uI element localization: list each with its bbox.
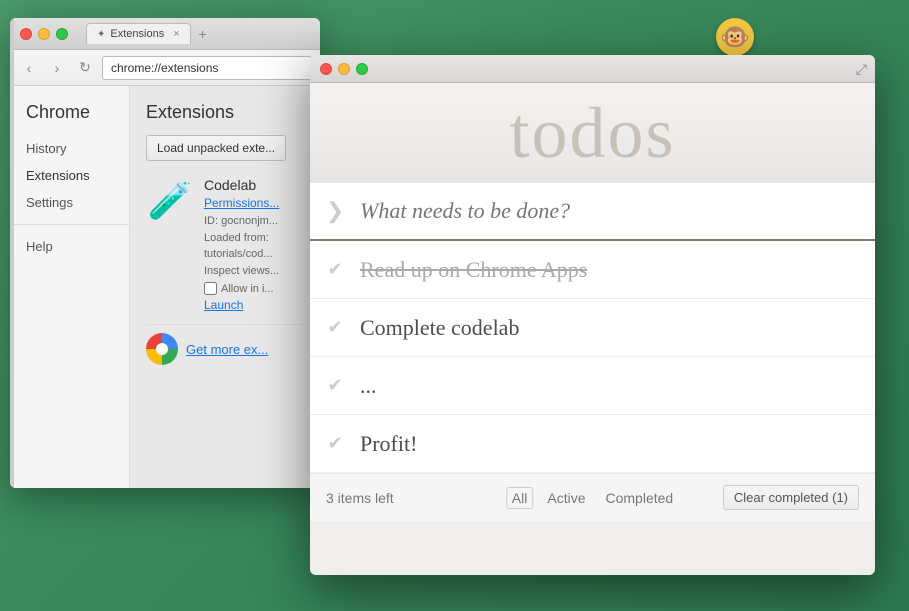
chrome-sidebar: Chrome History Extensions Settings Help <box>10 86 130 488</box>
extension-id: ID: gocnonjm... <box>204 213 304 230</box>
load-unpacked-button[interactable]: Load unpacked exte... <box>146 135 286 161</box>
todo-text-4: Profit! <box>360 431 875 457</box>
extension-launch-link[interactable]: Launch <box>204 298 304 312</box>
new-todo-input[interactable] <box>360 198 875 224</box>
todos-footer: 3 items left All Active Completed Clear … <box>310 473 875 521</box>
maximize-button[interactable] <box>56 28 68 40</box>
todo-item: ✔ ... <box>310 357 875 415</box>
back-button[interactable]: ‹ <box>18 57 40 79</box>
sidebar-divider <box>10 224 129 225</box>
todo-checkbox-4[interactable]: ✔ <box>310 415 360 473</box>
chrome-webstore-icon <box>146 333 178 365</box>
filter-active[interactable]: Active <box>541 487 591 509</box>
extensions-tab-label: Extensions <box>110 28 164 40</box>
clear-completed-button[interactable]: Clear completed (1) <box>723 485 859 510</box>
sidebar-item-settings[interactable]: Settings <box>10 189 129 216</box>
filter-all[interactable]: All <box>506 487 534 509</box>
todo-checkbox-1[interactable]: ✔ <box>310 241 360 299</box>
get-more-link[interactable]: Get more ex... <box>186 342 268 357</box>
extension-allow-incognito: Allow in i... <box>204 282 304 295</box>
extension-item-codelab: 🧪 Codelab Permissions... ID: gocnonjm...… <box>146 177 304 312</box>
allow-incognito-label: Allow in i... <box>221 283 274 295</box>
todo-checkbox-3[interactable]: ✔ <box>310 357 360 415</box>
todo-checkbox-2[interactable]: ✔ <box>310 299 360 357</box>
extension-loaded: Loaded from: <box>204 230 304 247</box>
sidebar-item-extensions[interactable]: Extensions <box>10 162 129 189</box>
new-tab-button[interactable]: + <box>195 26 211 42</box>
tab-close-button[interactable]: × <box>173 28 179 40</box>
todos-maximize-icon[interactable]: ⤢ <box>856 61 867 78</box>
filter-completed[interactable]: Completed <box>599 487 679 509</box>
todos-app-window: ⤢ todos ❯ ✔ Read up on Chrome Apps ✔ Com… <box>310 55 875 575</box>
todo-item: ✔ Read up on Chrome Apps <box>310 241 875 299</box>
todos-list: ✔ Read up on Chrome Apps ✔ Complete code… <box>310 241 875 473</box>
browser-content: Chrome History Extensions Settings Help … <box>10 86 320 488</box>
extension-path: tutorials/cod... <box>204 246 304 263</box>
traffic-lights <box>20 28 68 40</box>
sidebar-item-help[interactable]: Help <box>10 233 129 260</box>
todo-text-2: Complete codelab <box>360 315 875 341</box>
browser-window: ✦ Extensions × + ‹ › ↻ chrome://extensio… <box>10 18 320 488</box>
forward-button[interactable]: › <box>46 57 68 79</box>
extensions-tab-icon: ✦ <box>97 29 105 40</box>
minimize-button[interactable] <box>38 28 50 40</box>
toggle-all-button[interactable]: ❯ <box>310 182 360 240</box>
left-edge-indicator <box>10 18 14 488</box>
allow-incognito-checkbox[interactable] <box>204 282 217 295</box>
todos-minimize-button[interactable] <box>338 63 350 75</box>
flask-icon: 🧪 <box>148 180 193 222</box>
extensions-page-title: Extensions <box>146 102 304 123</box>
tab-bar: ✦ Extensions × + <box>78 23 310 44</box>
todo-text-3: ... <box>360 373 875 399</box>
todos-close-button[interactable] <box>320 63 332 75</box>
extension-details: Codelab Permissions... ID: gocnonjm... L… <box>204 177 304 312</box>
todo-text-1: Read up on Chrome Apps <box>360 257 875 283</box>
todos-maximize-button[interactable] <box>356 63 368 75</box>
extension-icon: 🧪 <box>146 177 194 225</box>
todos-app-title: todos <box>509 92 675 175</box>
browser-titlebar: ✦ Extensions × + <box>10 18 320 50</box>
get-more-extensions: Get more ex... <box>146 324 304 373</box>
todos-input-row: ❯ <box>310 183 875 241</box>
address-text: chrome://extensions <box>111 61 218 75</box>
extension-name: Codelab <box>204 177 304 193</box>
address-bar[interactable]: chrome://extensions <box>102 56 312 80</box>
todo-item: ✔ Complete codelab <box>310 299 875 357</box>
sidebar-item-history[interactable]: History <box>10 135 129 162</box>
reload-button[interactable]: ↻ <box>74 57 96 79</box>
todo-item: ✔ Profit! <box>310 415 875 473</box>
browser-toolbar: ‹ › ↻ chrome://extensions <box>10 50 320 86</box>
avatar-icon: 🐵 <box>716 18 754 56</box>
footer-filters: All Active Completed <box>506 487 679 509</box>
extension-permissions-link[interactable]: Permissions... <box>204 196 304 210</box>
chrome-main: Extensions Load unpacked exte... 🧪 Codel… <box>130 86 320 488</box>
chrome-sidebar-title: Chrome <box>10 102 129 135</box>
todos-titlebar: ⤢ <box>310 55 875 83</box>
extensions-tab[interactable]: ✦ Extensions × <box>86 23 191 44</box>
todos-traffic-lights <box>320 63 368 75</box>
extension-inspect[interactable]: Inspect views... <box>204 263 304 280</box>
close-button[interactable] <box>20 28 32 40</box>
todos-header: todos <box>310 83 875 183</box>
